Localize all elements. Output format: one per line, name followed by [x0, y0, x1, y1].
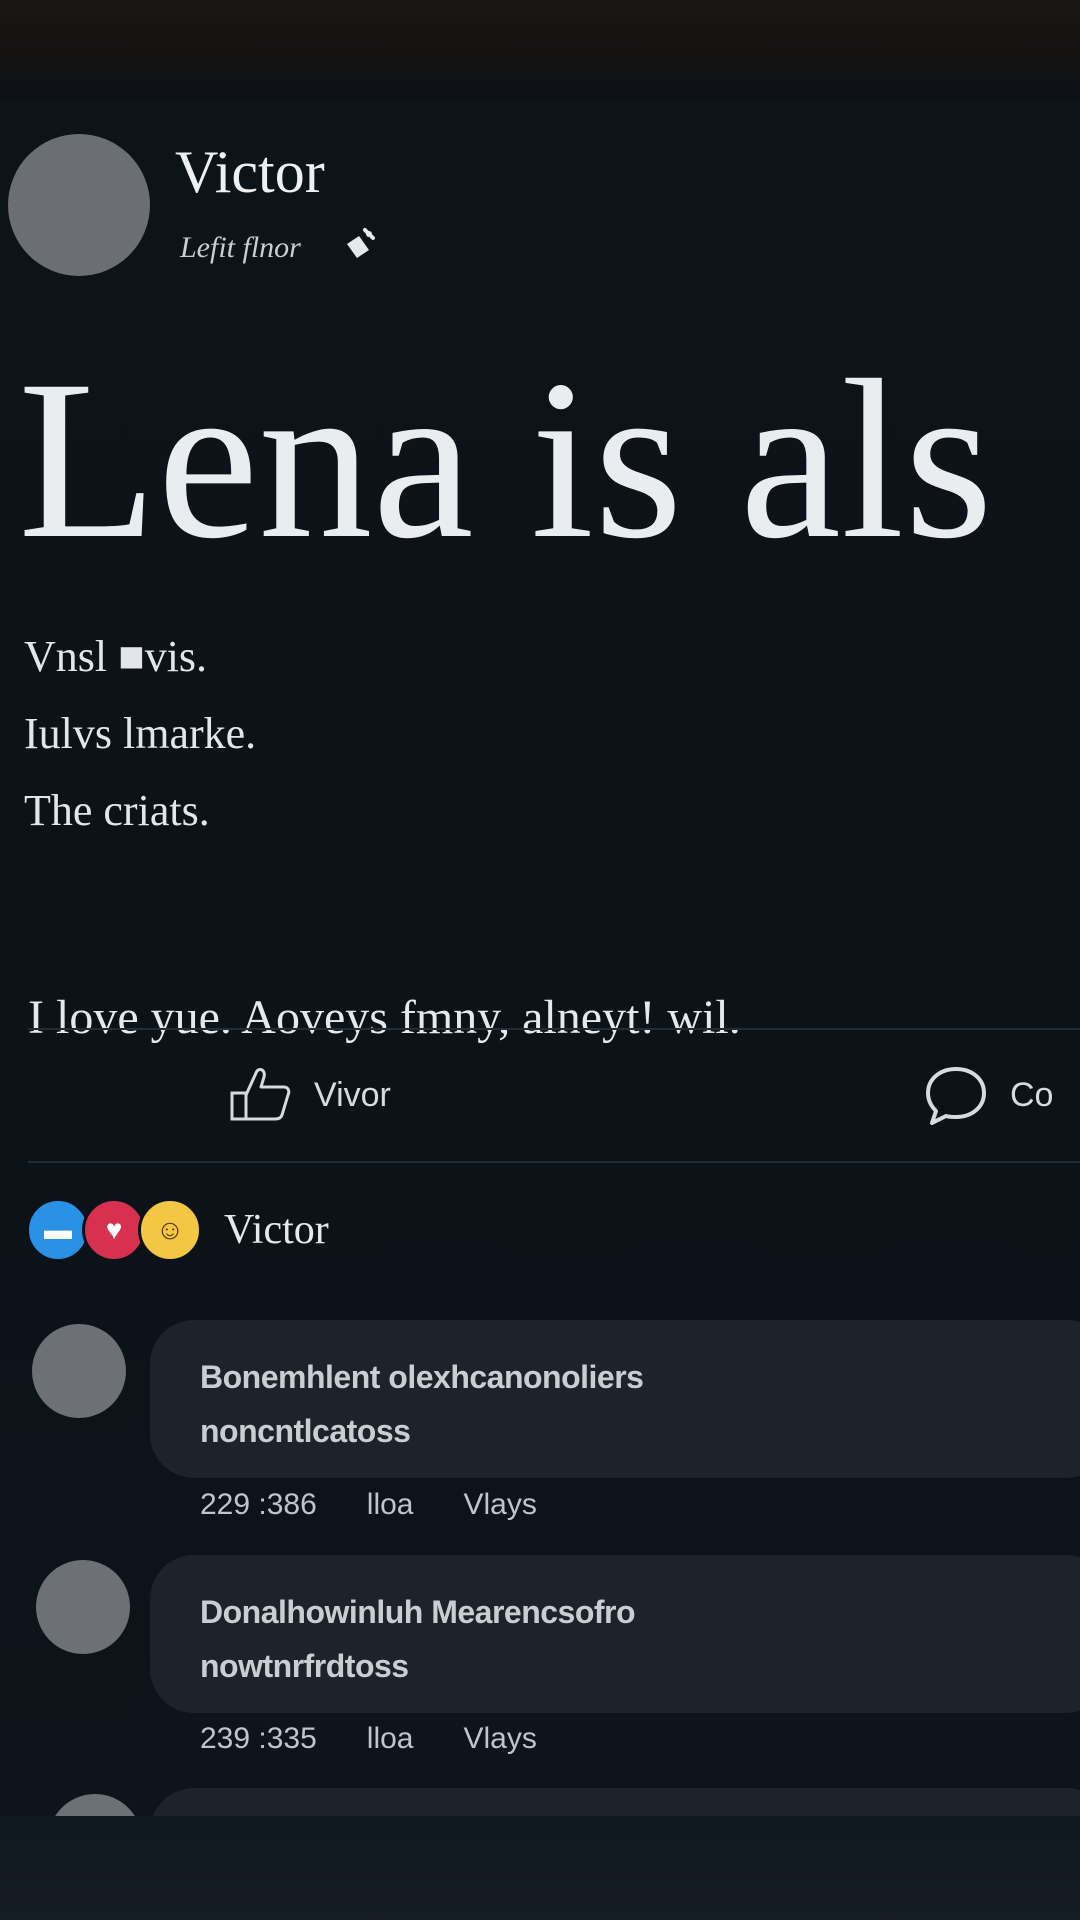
- comment-bubble: [150, 1788, 1080, 1816]
- comment-text: Donalhowinluh Mearencsofro nowtnrfrdtoss: [200, 1585, 636, 1693]
- post-screen: Victor Lefit flnor Lena is als Vnsl ■vis…: [0, 98, 1080, 1816]
- comment-meta: 239 :335 lloa Vlays: [200, 1722, 537, 1756]
- comment-meta: 229 :386 lloa Vlays: [200, 1488, 537, 1522]
- commenter-avatar[interactable]: [36, 1560, 130, 1654]
- comment-text-line: nowtnrfrdtoss: [200, 1648, 409, 1684]
- post-meta: Lefit flnor: [180, 222, 383, 274]
- top-bezel: [0, 0, 1080, 98]
- like-label: Vivor: [314, 1075, 391, 1114]
- comment-reply-link[interactable]: Vlays: [463, 1722, 536, 1756]
- author-name[interactable]: Victor: [175, 138, 325, 207]
- post-body-line: Vnsl ■vis.: [24, 632, 208, 681]
- comment-time: 239 :335: [200, 1722, 317, 1755]
- commenter-avatar[interactable]: [32, 1324, 126, 1418]
- post-message: I love yue. Aoveys fmny, alneyt! wil.: [28, 991, 741, 1044]
- comment-label: Co: [1010, 1075, 1054, 1114]
- comment-like-link[interactable]: lloa: [367, 1722, 414, 1756]
- comment-text-line: noncntlcatoss: [200, 1413, 411, 1449]
- comment-bubble-icon: [926, 1067, 986, 1125]
- post-body-line: The criats.: [24, 786, 210, 835]
- comment-bubble: Bonemhlent olexhcanonoliers noncntlcatos…: [150, 1320, 1080, 1478]
- post-body: Vnsl ■vis. Iulvs lmarke. The criats.: [24, 618, 256, 849]
- chat-bubble-icon: ▬: [26, 1198, 90, 1262]
- like-button[interactable]: Vivor: [226, 1061, 391, 1129]
- bottom-bezel: [0, 1816, 1080, 1920]
- comment-like-link[interactable]: lloa: [367, 1488, 414, 1522]
- comment-reply-link[interactable]: Vlays: [463, 1488, 536, 1522]
- comment-bubble: Donalhowinluh Mearencsofro nowtnrfrdtoss: [150, 1555, 1080, 1713]
- thumbs-up-icon: [230, 1068, 291, 1121]
- heart-icon: ♥: [82, 1198, 146, 1262]
- comment-time: 229 :386: [200, 1488, 317, 1521]
- commenter-avatar[interactable]: [48, 1794, 142, 1816]
- divider: [28, 1028, 1080, 1030]
- comment-text: Bonemhlent olexhcanonoliers noncntlcatos…: [200, 1350, 644, 1458]
- divider: [28, 1161, 1080, 1163]
- audience-globe-icon[interactable]: [339, 222, 383, 274]
- comment-button[interactable]: Co: [922, 1061, 1053, 1129]
- post-headline: Lena is als: [18, 334, 994, 586]
- reaction-summary[interactable]: ▬ ♥ ☺ Victor: [26, 1198, 329, 1262]
- post-meta-text: Lefit flnor: [180, 231, 301, 264]
- comment-text-line: Bonemhlent olexhcanonoliers: [200, 1359, 644, 1395]
- comment-text-line: Donalhowinluh Mearencsofro: [200, 1594, 636, 1630]
- sunglasses-emoji-icon: ☺: [138, 1198, 202, 1262]
- post-body-line: Iulvs lmarke.: [24, 709, 257, 758]
- author-avatar[interactable]: [8, 134, 150, 276]
- reaction-name: Victor: [224, 1207, 329, 1253]
